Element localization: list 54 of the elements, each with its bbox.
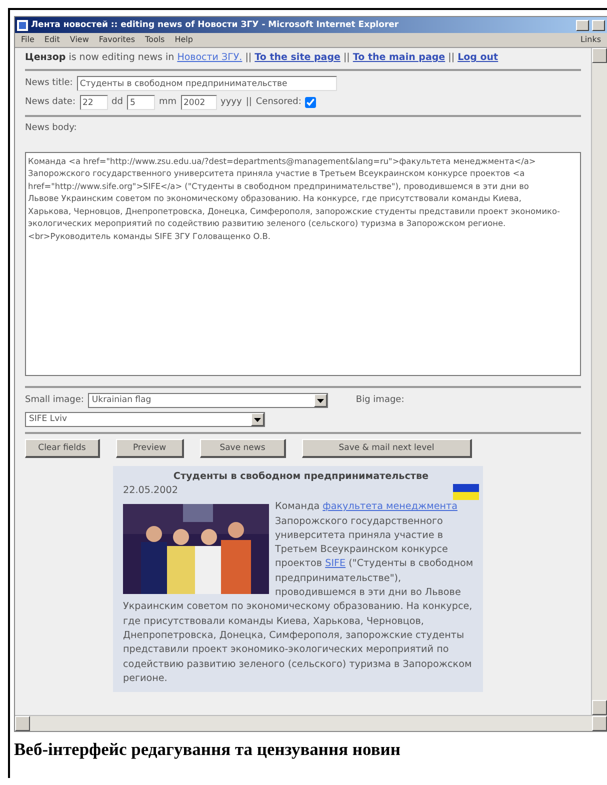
- day-field[interactable]: 22: [80, 95, 108, 110]
- nav-link[interactable]: To the site page: [254, 52, 340, 63]
- field-label: News title:: [25, 76, 73, 90]
- flag-icon: [453, 484, 479, 500]
- month-field[interactable]: 5: [126, 95, 155, 110]
- big-image-select[interactable]: SIFE Lviv: [25, 412, 265, 427]
- section-link[interactable]: Новости ЗГУ.: [177, 52, 242, 63]
- nav-link[interactable]: Log out: [458, 52, 498, 63]
- unit-label: mm: [158, 96, 176, 109]
- preview-title: Студенты в свободном предпринимательстве: [172, 470, 430, 484]
- scroll-down-button[interactable]: [592, 700, 607, 715]
- preview-date: 22.05.2002: [123, 484, 178, 498]
- text-link[interactable]: факультета менеджмента: [322, 501, 458, 512]
- menu-item[interactable]: Edit: [44, 34, 60, 46]
- form-button[interactable]: Preview: [116, 439, 184, 458]
- unit-label: dd: [112, 96, 123, 109]
- field-label: News date:: [25, 96, 76, 109]
- window-title: Лента новостей :: editing news of Новости ЗГУ - Microsoft Internet Explorer: [31, 18, 400, 32]
- field-label: Small image:: [25, 394, 84, 407]
- small-image-select[interactable]: Ukrainian flag: [88, 393, 328, 408]
- unit-label: yyyy: [220, 96, 242, 109]
- links-menu[interactable]: Links: [580, 34, 601, 46]
- browser-icon: [17, 20, 28, 30]
- maximize-button[interactable]: [592, 20, 605, 30]
- scroll-right-button[interactable]: [592, 716, 607, 731]
- figure-caption: Веб-інтерфейс редагування та цензування новин: [14, 738, 402, 761]
- field-label: Big image:: [356, 394, 404, 407]
- menu-item[interactable]: Help: [174, 34, 193, 46]
- checkbox-label: Censored:: [256, 96, 302, 109]
- separator-text: ||: [246, 96, 252, 109]
- menu-item[interactable]: Tools: [145, 34, 165, 46]
- scrollbar[interactable]: [591, 48, 607, 715]
- text-link[interactable]: SIFE: [325, 558, 346, 570]
- field-label: News body:: [25, 122, 78, 135]
- menu-item[interactable]: File: [21, 34, 34, 46]
- nav-link[interactable]: To the main page: [352, 52, 446, 63]
- minimize-button[interactable]: [576, 20, 589, 30]
- dropdown-arrow-icon: [254, 418, 261, 422]
- form-button[interactable]: Save news: [200, 439, 286, 458]
- header-text: Цензор is now editing news in Новости ЗГУ. || To the site page || To the main page || Log out: [25, 52, 500, 64]
- menu-item[interactable]: Favorites: [98, 34, 136, 46]
- menu-item[interactable]: View: [70, 34, 89, 46]
- body-field[interactable]: Команда <a href="http://www.zsu.edu.ua/?dest=departments@management&lang=ru">факультета менеджмента</a> Запорожского государственного университета приняла участие в Третьем Всеукраинском конкурсе проектов <a href="http://www.sife.org">SIFE</a> ("Студенты в свободном предпринимательстве"), проводившемся в эти дни во Львове Украинским советом по экономическому образованию. На конкурсе, где присутствовали команды Киева, Харькова, Черновцов, Днепропетровска, Донецка, Симферополя, запорожские студенты представили проект экономико-экологических мероприятий по содействию развитию зеленого (сельского) туризма в Запорожском регионе. <br>Руководитель команды SIFE ЗГУ Головащенко О.В.: [25, 152, 581, 376]
- scroll-left-button[interactable]: [15, 716, 30, 731]
- title-field[interactable]: Студенты в свободном предпринимательстве: [76, 76, 337, 91]
- horizontal-scrollbar[interactable]: [15, 715, 607, 731]
- form-button[interactable]: Clear fields: [25, 439, 100, 458]
- dropdown-arrow-icon: [316, 398, 324, 402]
- preview-text: Украинским советом по экономическому образованию. На конкурсе, где присутствовали команды Киева, Харькова, Черновцов, Днепропетровска, Донецка, Симферополя, запорожские студенты представили проект экономико-экологических мероприятий по содействию развитию зеленого (сельского) туризма в Запорожском регионе.: [123, 600, 474, 686]
- preview-text: Команда факультета менеджмента Запорожского государственного университета приняла участие в Третьем Всеукраинском конкурсе проектов SIFE ("Студенты в свободном предпринимательстве"), проводившемся в эти дни во Львове: [275, 500, 474, 600]
- year-field[interactable]: 2002: [180, 95, 216, 110]
- censored-checkbox[interactable]: [305, 97, 316, 108]
- scroll-up-button[interactable]: [592, 48, 607, 63]
- form-button[interactable]: Save & mail next level: [302, 439, 472, 458]
